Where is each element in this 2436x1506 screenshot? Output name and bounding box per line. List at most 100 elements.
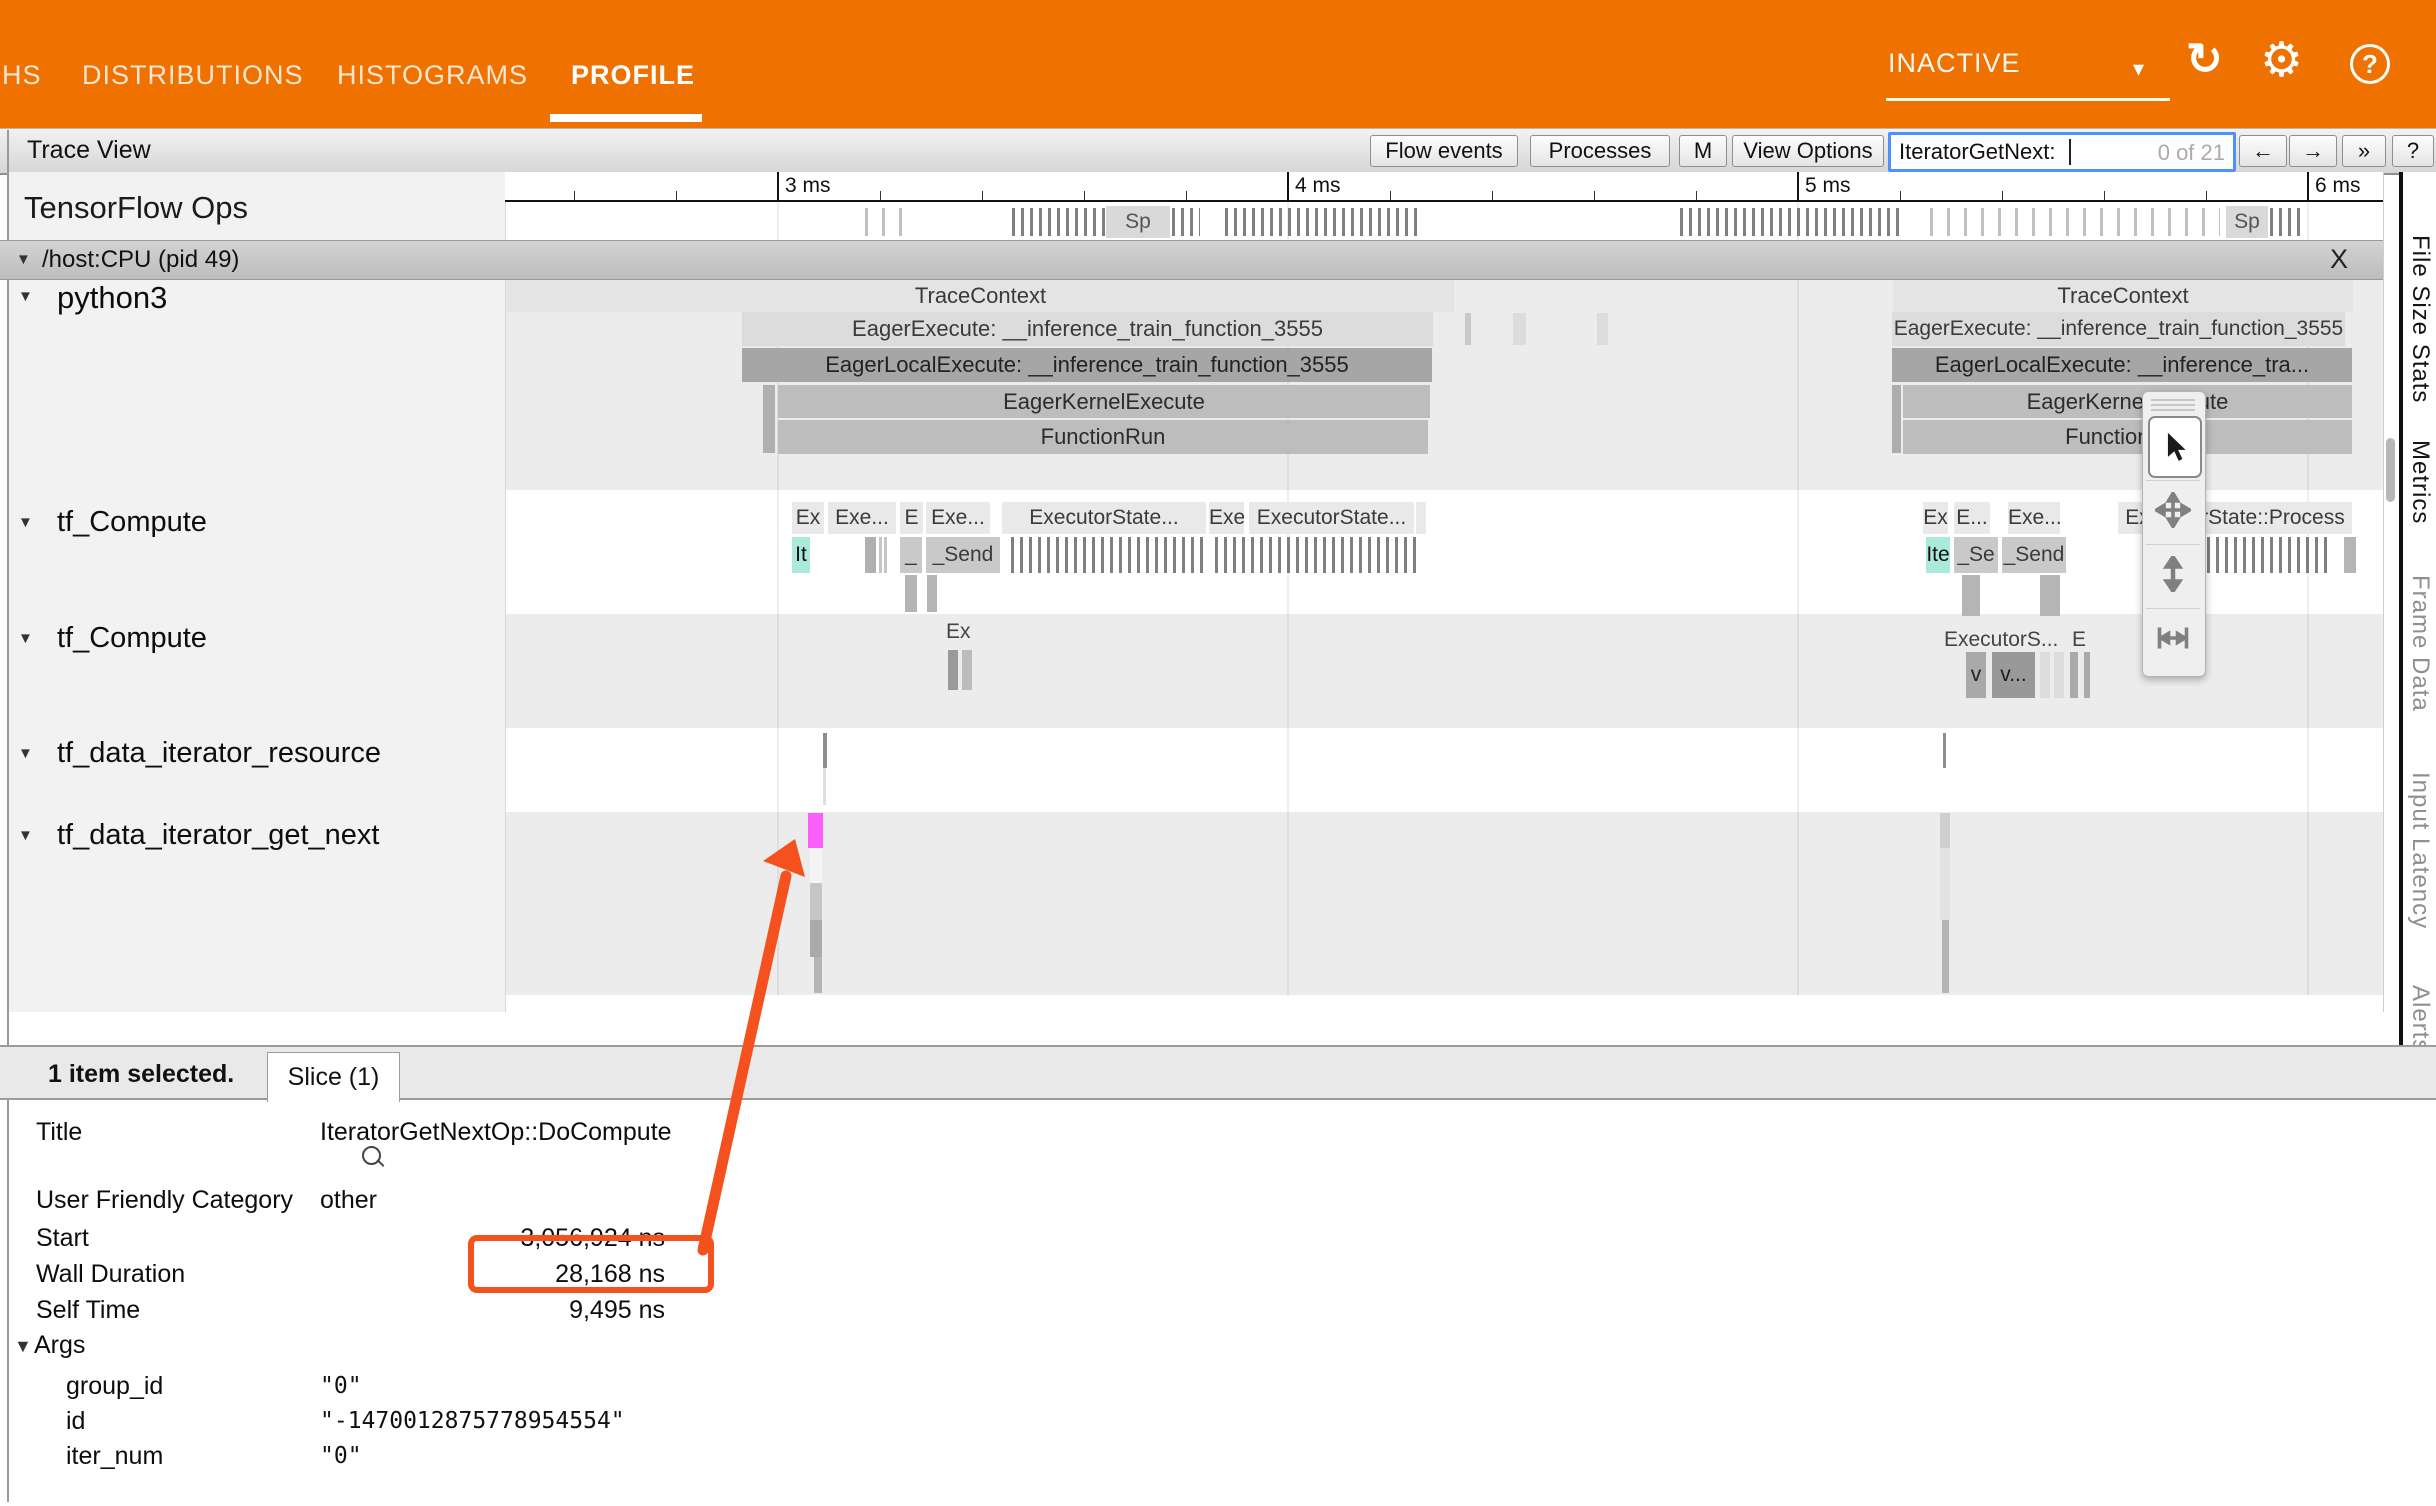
slice-small[interactable] — [2070, 652, 2078, 698]
slice-v[interactable]: v... — [1992, 652, 2035, 698]
sidebar-tab-input-latency[interactable]: Input Latency — [2406, 772, 2434, 929]
slice-eager-local-execute[interactable]: EagerLocalExecute: __inference_tra... — [1892, 348, 2352, 382]
executor-label[interactable]: Ex — [792, 502, 824, 534]
selected-iterator-slice-pink[interactable] — [808, 813, 823, 848]
close-icon[interactable]: X — [2330, 244, 2348, 275]
palette-drag-handle[interactable] — [2151, 397, 2195, 411]
timing-tool-button[interactable] — [2146, 608, 2200, 667]
slice-underscore[interactable]: _ — [900, 537, 922, 573]
op-slice-sp[interactable]: Sp — [1106, 206, 1170, 238]
slice-iterator-teal[interactable]: Ite — [1926, 537, 1950, 573]
executor-label[interactable]: Exe — [1209, 502, 1244, 534]
iterator-slice[interactable] — [1940, 813, 1950, 848]
more-tools-button[interactable]: » — [2342, 135, 2386, 167]
slice-small[interactable] — [948, 650, 958, 690]
slice-send[interactable]: _Send — [2002, 537, 2066, 573]
iterator-slice[interactable] — [1942, 920, 1949, 993]
track-label-iterator-resource[interactable]: tf_data_iterator_resource — [57, 737, 381, 770]
slice-descendant[interactable] — [2040, 575, 2060, 616]
resource-slice[interactable] — [823, 733, 827, 768]
find-prev-button[interactable]: ← — [2239, 135, 2287, 167]
view-options-button[interactable]: View Options — [1732, 135, 1884, 167]
sidebar-tab-frame-data[interactable]: Frame Data — [2406, 575, 2434, 712]
slice-descendant[interactable] — [1962, 575, 1980, 616]
gear-icon[interactable]: ⚙ — [2260, 32, 2303, 88]
slice-stub[interactable] — [763, 385, 775, 453]
collapse-arrow-icon[interactable]: ▼ — [18, 827, 33, 844]
op-slice-sp[interactable]: Sp — [2226, 206, 2268, 238]
pan-tool-button[interactable] — [2146, 480, 2200, 539]
sidebar-tab-alerts[interactable]: Alerts — [2406, 985, 2434, 1052]
collapse-arrow-icon[interactable]: ▼ — [18, 514, 33, 531]
collapse-arrow-icon[interactable]: ▼ — [18, 288, 33, 305]
zoom-tool-button[interactable] — [2146, 544, 2200, 603]
host-cpu-row[interactable] — [0, 240, 2383, 280]
sidebar-tab-file-size-stats[interactable]: File Size Stats — [2406, 235, 2434, 403]
search-icon[interactable] — [362, 1146, 381, 1165]
scrollbar-thumb[interactable] — [2386, 438, 2395, 502]
slice-small[interactable] — [1513, 313, 1526, 345]
slice-eager-local-execute[interactable]: EagerLocalExecute: __inference_train_fun… — [742, 348, 1432, 382]
executor-label[interactable]: E — [2072, 628, 2086, 652]
iterator-slice[interactable] — [810, 883, 822, 920]
slice-function-run[interactable]: FunctionRun — [1903, 420, 2352, 454]
shortcuts-help-button[interactable]: ? — [2392, 135, 2434, 167]
collapse-arrow-icon[interactable]: ▼ — [18, 745, 33, 762]
executor-label[interactable]: ExecutorState... — [1002, 502, 1206, 534]
slice-small[interactable] — [865, 537, 876, 573]
slice-eager-kernel-execute[interactable]: EagerKernelExecute — [1903, 385, 2352, 418]
tab-graphs-partial[interactable]: HS — [2, 60, 42, 91]
slice-small[interactable] — [2084, 652, 2090, 698]
iterator-slice[interactable] — [810, 848, 822, 883]
collapse-arrow-icon[interactable]: ▼ — [18, 630, 33, 647]
slice-trace-context[interactable]: TraceContext — [507, 280, 1454, 312]
slice-small[interactable] — [2344, 537, 2356, 573]
executor-label[interactable]: Ex — [1923, 502, 1948, 534]
select-tool-button[interactable] — [2148, 416, 2202, 478]
tab-histograms[interactable]: HISTOGRAMS — [337, 60, 528, 91]
slice-v[interactable]: v — [1966, 652, 1986, 698]
processes-button[interactable]: Processes — [1530, 135, 1670, 167]
track-label-iterator-get-next[interactable]: tf_data_iterator_get_next — [57, 819, 379, 852]
run-selector-dropdown[interactable]: INACTIVE ▾ — [1886, 40, 2170, 101]
executor-label[interactable]: Ex — [946, 620, 971, 644]
executor-label[interactable]: ExecutorS... — [1944, 628, 2058, 652]
slice-stub[interactable] — [1892, 385, 1901, 453]
slice-small[interactable] — [1597, 313, 1608, 345]
tab-slice[interactable]: Slice (1) — [267, 1052, 400, 1102]
slice-eager-execute[interactable]: EagerExecute: __inference_train_function… — [742, 312, 1433, 346]
refresh-icon[interactable]: ↻ — [2186, 34, 2223, 85]
executor-label[interactable]: ExecutorState... — [1249, 502, 1414, 534]
flow-events-button[interactable]: Flow events — [1370, 135, 1518, 167]
iterator-slice[interactable] — [814, 957, 822, 993]
help-icon[interactable]: ? — [2350, 44, 2390, 84]
slice-function-run[interactable]: FunctionRun — [778, 420, 1428, 454]
executor-label[interactable]: Exe... — [926, 502, 990, 534]
iterator-slice[interactable] — [1940, 848, 1950, 920]
args-collapse-icon[interactable]: ▼ — [14, 1336, 32, 1357]
iterator-slice[interactable] — [810, 920, 822, 957]
slice-eager-kernel-execute[interactable]: EagerKernelExecute — [778, 385, 1430, 418]
metadata-button[interactable]: M — [1679, 135, 1727, 167]
collapse-arrow-icon[interactable]: ▼ — [16, 251, 31, 268]
track-label-tf-compute-1[interactable]: tf_Compute — [57, 506, 207, 539]
slice-iterator-teal[interactable]: It — [792, 537, 810, 573]
executor-label[interactable]: Exe... — [2008, 502, 2060, 534]
executor-label[interactable]: E — [900, 502, 923, 534]
find-input[interactable]: IteratorGetNext: 0 of 21 — [1888, 132, 2236, 172]
executor-label[interactable]: Exe... — [828, 502, 896, 534]
track-label-tf-compute-2[interactable]: tf_Compute — [57, 622, 207, 655]
slice-descendant[interactable] — [927, 575, 937, 612]
tab-distributions[interactable]: DISTRIBUTIONS — [82, 60, 304, 91]
find-next-button[interactable]: → — [2289, 135, 2337, 167]
tool-palette[interactable] — [2142, 391, 2206, 677]
slice-descendant[interactable] — [905, 575, 917, 612]
slice-trace-context[interactable]: TraceContext — [1893, 280, 2353, 312]
slice-small[interactable] — [1465, 313, 1471, 345]
slice-send[interactable]: _Send — [926, 537, 1000, 573]
resource-slice[interactable] — [1943, 733, 1946, 768]
slice-eager-execute[interactable]: EagerExecute: __inference_train_function… — [1892, 312, 2345, 346]
tab-profile[interactable]: PROFILE — [571, 60, 695, 91]
executor-label-small[interactable] — [1416, 502, 1426, 534]
slice-send[interactable]: _Se — [1954, 537, 1998, 573]
